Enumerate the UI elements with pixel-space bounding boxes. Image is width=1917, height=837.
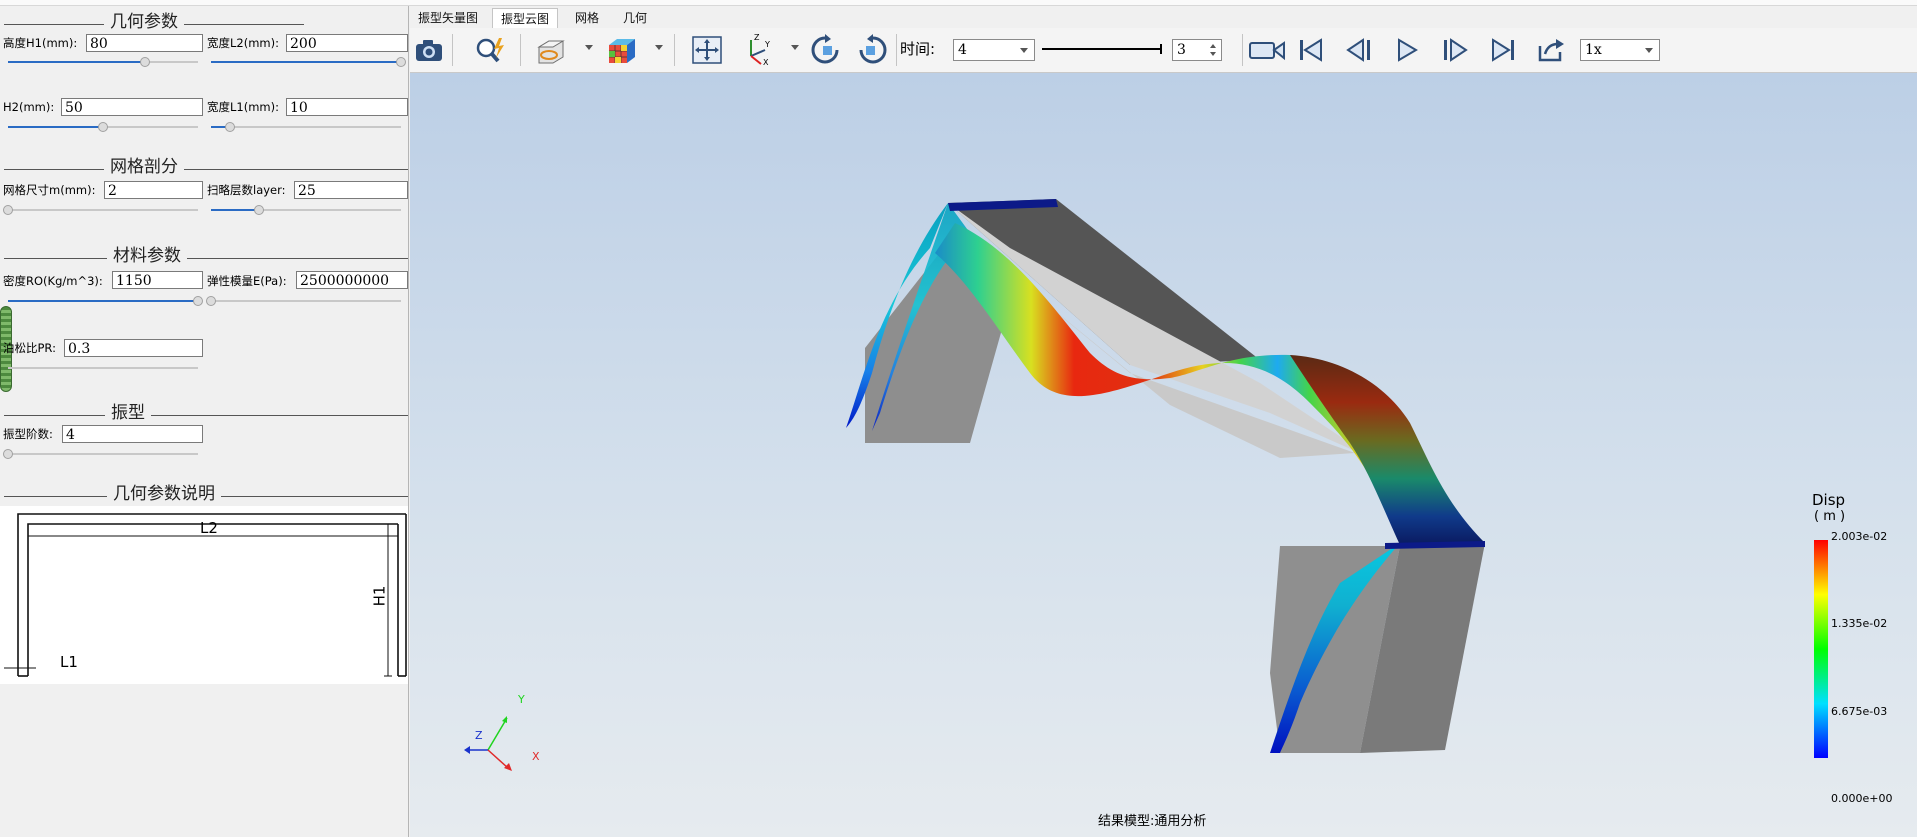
l2-label: 宽度L2(mm): [207, 36, 279, 50]
mode-group-title: 振型 [105, 403, 151, 423]
modulus-input[interactable]: 2500000000 [296, 271, 408, 289]
mesh-color-icon[interactable] [604, 34, 638, 66]
frame-slider[interactable] [1042, 44, 1166, 56]
legend-tick-max: 2.003e-02 [1831, 530, 1888, 543]
last-frame-icon[interactable] [1486, 34, 1520, 66]
l2-input[interactable]: 200 [286, 34, 408, 52]
rotate-ccw-icon[interactable] [856, 34, 890, 66]
view-tab-bar: 振型矢量图 振型云图 网格 几何 [410, 6, 1917, 29]
modulus-label: 弹性模量E(Pa): [207, 274, 287, 288]
l2-slider[interactable] [211, 56, 406, 68]
spin-down-icon[interactable] [1210, 52, 1216, 56]
display-mode-icon[interactable] [534, 34, 568, 66]
legend-tick-min: 0.000e+00 [1831, 792, 1893, 805]
mode-order-input[interactable]: 4 [62, 425, 203, 443]
time-select[interactable]: 4 [953, 39, 1035, 61]
density-input[interactable]: 1150 [112, 271, 203, 289]
frame-value: 3 [1177, 42, 1186, 58]
h1-label: 高度H1(mm): [3, 36, 78, 50]
geometry-diagram: L2 H1 L1 [0, 506, 408, 684]
group-line [4, 415, 408, 416]
poisson-input[interactable]: 0.3 [64, 339, 203, 357]
h2-label: H2(mm): [3, 100, 55, 114]
poisson-slider[interactable] [8, 362, 198, 374]
fit-view-icon[interactable] [690, 34, 724, 66]
parameter-panel: 几何参数 高度H1(mm): 80 宽度L2(mm): 200 H2(mm): … [0, 6, 409, 837]
l1-dimension-label: L1 [60, 653, 78, 671]
group-line [4, 258, 408, 259]
h1-dimension-label: H1 [370, 585, 389, 607]
axis-x-label: X [532, 750, 540, 763]
diagram-group-title: 几何参数说明 [107, 484, 221, 504]
svg-text:X: X [763, 58, 769, 66]
legend-colorbar [1814, 540, 1828, 758]
time-label: 时间: [900, 40, 936, 58]
legend-unit: ( m ) [1814, 509, 1846, 524]
export-icon[interactable] [1534, 34, 1568, 66]
record-video-icon[interactable] [1246, 34, 1288, 66]
3d-viewport[interactable]: Disp ( m ) 2.003e-02 1.335e-02 6.675e-03… [410, 73, 1917, 837]
legend-tick-low: 6.675e-03 [1831, 705, 1888, 718]
prev-frame-icon[interactable] [1342, 34, 1376, 66]
next-frame-icon[interactable] [1438, 34, 1472, 66]
mesh-group-title: 网格剖分 [104, 157, 184, 177]
chevron-down-icon[interactable] [655, 45, 663, 50]
h2-input[interactable]: 50 [61, 98, 203, 116]
sweep-layer-input[interactable]: 25 [294, 181, 408, 199]
spin-up-icon[interactable] [1210, 44, 1216, 48]
camera-icon[interactable] [412, 34, 446, 66]
l2-dimension-label: L2 [200, 519, 218, 537]
rotate-cw-icon[interactable] [808, 34, 842, 66]
axis-y-label: Y [518, 693, 525, 706]
chevron-down-icon [1645, 48, 1653, 53]
mesh-size-slider[interactable] [3, 204, 198, 216]
time-value: 4 [958, 42, 967, 58]
legend-tick-high: 1.335e-02 [1831, 617, 1888, 630]
density-slider[interactable] [8, 295, 203, 307]
result-model-caption: 结果模型:通用分析 [1098, 814, 1207, 829]
mode-order-label: 振型阶数: [3, 427, 53, 441]
h1-input[interactable]: 80 [86, 34, 203, 52]
legend-title: Disp [1812, 491, 1846, 509]
l1-label: 宽度L1(mm): [207, 100, 279, 114]
axis-view-icon[interactable]: ZY X [740, 34, 774, 66]
axis-triad [464, 716, 512, 771]
view-toolbar: ZY X 时间: 4 3 1x [410, 28, 1917, 73]
chevron-down-icon[interactable] [791, 45, 799, 50]
axis-z-label: Z [475, 729, 483, 742]
l1-slider[interactable] [211, 121, 401, 133]
first-frame-icon[interactable] [1294, 34, 1328, 66]
chevron-down-icon [1020, 48, 1028, 53]
mode-order-slider[interactable] [3, 448, 198, 460]
frame-spinbox[interactable]: 3 [1172, 39, 1222, 61]
material-group-title: 材料参数 [107, 246, 187, 266]
geometry-group-title: 几何参数 [104, 12, 184, 32]
density-label: 密度RO(Kg/m^3): [3, 274, 103, 288]
zoom-query-icon[interactable] [474, 34, 508, 66]
h2-slider[interactable] [8, 121, 198, 133]
mesh-size-label: 网格尺寸m(mm): [3, 183, 96, 197]
mesh-size-input[interactable]: 2 [104, 181, 203, 199]
svg-text:Z: Z [754, 34, 760, 42]
chevron-down-icon[interactable] [585, 45, 593, 50]
speed-select[interactable]: 1x [1580, 39, 1660, 61]
l1-input[interactable]: 10 [286, 98, 408, 116]
tab-mesh[interactable]: 网格 [567, 8, 607, 28]
sweep-layer-label: 扫略层数layer: [207, 183, 286, 197]
tab-mode-vector[interactable]: 振型矢量图 [410, 8, 486, 28]
play-icon[interactable] [1390, 34, 1424, 66]
tab-geometry[interactable]: 几何 [615, 8, 655, 28]
speed-value: 1x [1585, 42, 1602, 58]
mode-shape-model [464, 199, 1828, 771]
svg-text:Y: Y [764, 40, 770, 49]
tab-mode-contour[interactable]: 振型云图 [492, 8, 559, 29]
sweep-layer-slider[interactable] [211, 204, 401, 216]
h1-slider[interactable] [8, 56, 198, 68]
modulus-slider[interactable] [206, 295, 401, 307]
group-line [4, 169, 408, 170]
poisson-label: 泊松比PR: [3, 341, 56, 355]
